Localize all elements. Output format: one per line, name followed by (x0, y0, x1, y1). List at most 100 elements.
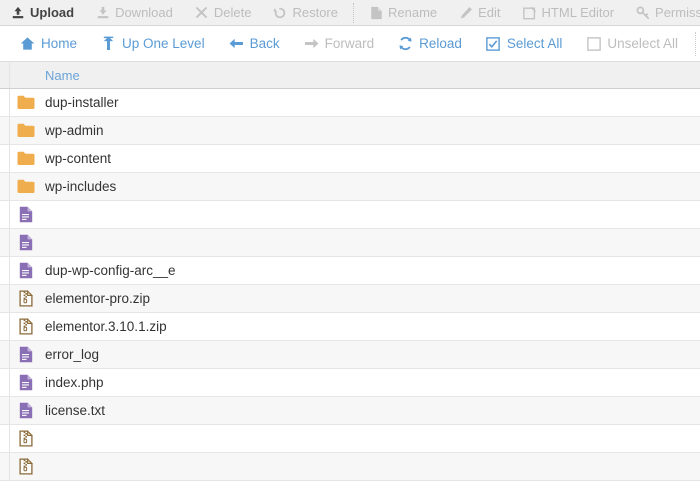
reload-label: Reload (419, 36, 462, 51)
header-gutter (0, 62, 10, 88)
reload-icon (398, 36, 413, 51)
restore-label: Restore (292, 4, 338, 20)
table-row[interactable]: license.txt (0, 397, 700, 425)
file-zip-icon (10, 430, 42, 447)
reload-button[interactable]: Reload (386, 26, 474, 61)
key-icon (636, 6, 650, 20)
file-name[interactable]: index.php (42, 375, 104, 390)
file-zip-icon (10, 458, 42, 475)
select-all-button[interactable]: Select All (474, 26, 575, 61)
forward-button[interactable]: Forward (292, 26, 387, 61)
unselect-all-label: Unselect All (607, 36, 678, 51)
file-name[interactable]: dup-installer (42, 95, 119, 110)
file-name[interactable]: dup-wp-config-arc__e (42, 263, 176, 278)
row-gutter (0, 453, 10, 480)
table-row[interactable]: elementor-pro.zip (0, 285, 700, 313)
row-gutter (0, 117, 10, 144)
column-header-name[interactable]: Name (42, 68, 80, 83)
row-gutter (0, 313, 10, 340)
navigation-toolbar: Home Up One Level Back Forward Reload Se… (0, 26, 700, 62)
table-row[interactable] (0, 425, 700, 453)
toolbar-divider (353, 2, 354, 23)
row-gutter (0, 145, 10, 172)
up-one-level-button[interactable]: Up One Level (89, 26, 217, 61)
home-icon (20, 36, 35, 51)
delete-button[interactable]: Delete (184, 0, 263, 25)
folder-icon (10, 151, 42, 166)
file-zip-icon (10, 318, 42, 335)
rename-button[interactable]: Rename (358, 0, 448, 25)
html-editor-button[interactable]: HTML Editor (512, 0, 625, 25)
row-gutter (0, 201, 10, 228)
unselect-all-button[interactable]: Unselect All (574, 26, 690, 61)
upload-label: Upload (30, 4, 75, 20)
row-gutter (0, 397, 10, 424)
select-all-label: Select All (506, 36, 563, 51)
download-label: Download (115, 4, 173, 20)
table-row[interactable]: dup-installer (0, 89, 700, 117)
folder-icon (10, 179, 42, 194)
file-name[interactable]: wp-content (42, 151, 111, 166)
row-gutter (0, 173, 10, 200)
arrow-right-icon (304, 36, 319, 51)
delete-icon (195, 6, 209, 20)
file-actions-toolbar: Upload Download Delete Restore Rename Ed… (0, 0, 700, 26)
row-gutter (0, 341, 10, 368)
folder-icon (10, 123, 42, 138)
file-doc-icon (10, 234, 42, 251)
table-row[interactable] (0, 201, 700, 229)
row-gutter (0, 257, 10, 284)
back-button[interactable]: Back (217, 26, 292, 61)
permissions-label: Permissions (655, 4, 700, 20)
edit-label: Edit (478, 4, 501, 20)
table-row[interactable]: elementor.3.10.1.zip (0, 313, 700, 341)
html-editor-icon (522, 6, 537, 20)
row-gutter (0, 425, 10, 452)
file-name[interactable]: wp-admin (42, 123, 104, 138)
home-button[interactable]: Home (8, 26, 89, 61)
row-gutter (0, 89, 10, 116)
table-row[interactable]: wp-includes (0, 173, 700, 201)
download-icon (96, 6, 110, 20)
checkbox-checked-icon (486, 36, 501, 51)
file-name[interactable]: wp-includes (42, 179, 116, 194)
table-row[interactable]: wp-admin (0, 117, 700, 145)
table-row[interactable]: dup-wp-config-arc__e (0, 257, 700, 285)
restore-button[interactable]: Restore (262, 0, 349, 25)
checkbox-empty-icon (586, 36, 601, 51)
file-doc-icon (10, 374, 42, 391)
nav-divider (694, 31, 696, 56)
upload-button[interactable]: Upload (0, 0, 85, 25)
file-doc-icon (10, 402, 42, 419)
file-list-header: Name (0, 62, 700, 89)
rename-label: Rename (388, 4, 438, 20)
table-row[interactable]: wp-content (0, 145, 700, 173)
row-gutter (0, 369, 10, 396)
file-doc-icon (10, 346, 42, 363)
table-row[interactable] (0, 229, 700, 257)
home-label: Home (41, 36, 78, 51)
pencil-icon (459, 6, 473, 20)
table-row[interactable]: error_log (0, 341, 700, 369)
file-name[interactable]: error_log (42, 347, 99, 362)
row-gutter (0, 229, 10, 256)
file-name[interactable]: elementor-pro.zip (42, 291, 150, 306)
file-doc-icon (10, 206, 42, 223)
file-name[interactable]: elementor.3.10.1.zip (42, 319, 167, 334)
html-editor-label: HTML Editor (541, 4, 615, 20)
arrow-left-icon (229, 36, 244, 51)
table-row[interactable] (0, 453, 700, 481)
file-zip-icon (10, 290, 42, 307)
delete-label: Delete (213, 4, 252, 20)
edit-button[interactable]: Edit (448, 0, 511, 25)
row-gutter (0, 285, 10, 312)
file-name[interactable]: license.txt (42, 403, 105, 418)
download-button[interactable]: Download (85, 0, 184, 25)
restore-icon (273, 6, 287, 20)
table-row[interactable]: index.php (0, 369, 700, 397)
folder-icon (10, 95, 42, 110)
file-rows-container: dup-installer wp-admin wp-content wp-includ… (0, 89, 700, 481)
upload-icon (11, 6, 25, 20)
permissions-button[interactable]: Permissions (625, 0, 700, 25)
file-doc-icon (10, 262, 42, 279)
